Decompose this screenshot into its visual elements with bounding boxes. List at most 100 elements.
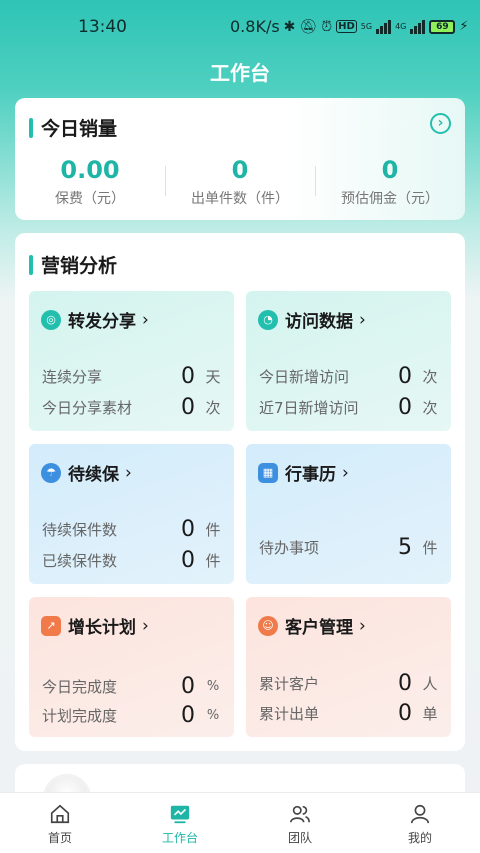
renewal-tile-title: 待续保 — [68, 465, 119, 485]
premium-label: 保费（元） — [55, 191, 125, 207]
growth-plan-tile-title: 增长计划 — [68, 618, 136, 638]
section-accent-bar — [29, 254, 33, 275]
share-tile-header[interactable]: ◎ 转发分享 › — [41, 307, 149, 332]
tab-mine[interactable]: 我的 — [360, 793, 480, 853]
row-value: 0 — [398, 670, 412, 696]
row-label: 待办事项 — [259, 538, 320, 557]
tab-workbench[interactable]: 工作台 — [120, 793, 240, 853]
profile-icon — [410, 804, 430, 824]
commission-label: 预估佣金（元） — [341, 191, 439, 207]
premium-value: 0.00 — [60, 156, 120, 184]
row-label: 计划完成度 — [42, 706, 118, 725]
commission-value: 0 — [381, 156, 399, 184]
row-value: 0 — [398, 700, 412, 726]
premium-stat[interactable]: 0.00 保费（元） — [15, 156, 165, 208]
pending-renewal-row: 待续保件数 0 件 — [42, 516, 221, 542]
calendar-tile[interactable]: ▦ 行事历 › 待办事项 5 件 — [246, 444, 451, 584]
row-unit: 件 — [205, 551, 221, 570]
signal-5g-icon — [376, 19, 392, 34]
row-unit: 件 — [422, 538, 438, 557]
hd-badge: HD — [336, 20, 357, 33]
row-value: 0 — [181, 394, 195, 420]
chevron-right-icon: › — [142, 309, 149, 330]
status-time: 13:40 — [78, 17, 127, 37]
today-completion-row: 今日完成度 0 % — [42, 673, 221, 699]
share-tile-title: 转发分享 — [68, 312, 136, 332]
chevron-right-icon: › — [359, 309, 366, 330]
row-value: 0 — [181, 547, 195, 573]
row-label: 今日新增访问 — [259, 367, 350, 386]
today-sales-card: 今日销量 › 0.00 保费（元） 0 出单件数（件） 0 预估佣金（元） — [15, 98, 465, 220]
workbench-icon — [170, 805, 190, 824]
page-title: 工作台 — [210, 61, 270, 85]
signal-5g-label: 5G — [360, 22, 373, 31]
week-visits-row: 近7日新增访问 0 次 — [259, 394, 438, 420]
network-speed: 0.8K/s — [230, 17, 280, 36]
marketing-header: 营销分析 — [29, 251, 117, 278]
total-customers-row: 累计客户 0 人 — [259, 670, 438, 696]
customer-management-tile-header[interactable]: ☺ 客户管理 › — [258, 613, 366, 638]
renewal-tile-header[interactable]: ☂ 待续保 › — [41, 460, 132, 485]
renewal-tile[interactable]: ☂ 待续保 › 待续保件数 0 件 已续保件数 0 件 — [29, 444, 234, 584]
share-tile[interactable]: ◎ 转发分享 › 连续分享 0 天 今日分享素材 0 次 — [29, 291, 234, 431]
pie-chart-icon: ◔ — [258, 309, 278, 330]
row-unit: 次 — [205, 398, 221, 417]
umbrella-icon: ☂ — [41, 462, 61, 483]
visit-data-tile-header[interactable]: ◔ 访问数据 › — [258, 307, 366, 332]
tab-home[interactable]: 首页 — [0, 793, 120, 853]
row-value: 0 — [398, 363, 412, 389]
charging-icon: ⚡︎ — [459, 19, 469, 34]
total-orders-row: 累计出单 0 单 — [259, 700, 438, 726]
bluetooth-icon: ✱ — [283, 18, 296, 35]
visit-data-tile-title: 访问数据 — [285, 312, 353, 332]
trend-icon: ↗ — [41, 615, 61, 636]
chevron-right-icon: › — [342, 462, 349, 483]
share-icon: ◎ — [41, 309, 61, 330]
calendar-icon: ▦ — [258, 462, 278, 483]
chevron-right-icon: › — [125, 462, 132, 483]
tab-workbench-label: 工作台 — [161, 831, 198, 845]
growth-plan-tile-header[interactable]: ↗ 增长计划 › — [41, 613, 149, 638]
policy-count-label: 出单件数（件） — [191, 191, 289, 207]
customer-management-tile[interactable]: ☺ 客户管理 › 累计客户 0 人 累计出单 0 单 — [246, 597, 451, 737]
row-value: 0 — [181, 516, 195, 542]
growth-plan-tile[interactable]: ↗ 增长计划 › 今日完成度 0 % 计划完成度 0 % — [29, 597, 234, 737]
row-value: 5 — [398, 534, 412, 560]
row-unit: 人 — [422, 674, 438, 693]
row-unit: 件 — [205, 520, 221, 539]
row-unit: % — [206, 678, 220, 694]
marketing-title: 营销分析 — [41, 255, 118, 277]
row-label: 今日完成度 — [42, 677, 118, 696]
calendar-tile-header[interactable]: ▦ 行事历 › — [258, 460, 349, 485]
tab-team[interactable]: 团队 — [240, 793, 360, 853]
alarm-icon: ⏰︎ — [321, 18, 333, 35]
share-materials-row: 今日分享素材 0 次 — [42, 394, 221, 420]
home-icon — [50, 804, 70, 824]
mute-icon: 🔕︎ — [299, 18, 318, 35]
team-icon — [290, 805, 310, 823]
policy-count-stat[interactable]: 0 出单件数（件） — [165, 156, 315, 208]
row-label: 连续分享 — [42, 367, 103, 386]
row-label: 待续保件数 — [42, 520, 118, 539]
renewed-row: 已续保件数 0 件 — [42, 547, 221, 573]
battery-icon: 69 — [429, 19, 456, 34]
row-value: 0 — [398, 394, 412, 420]
visit-data-tile[interactable]: ◔ 访问数据 › 今日新增访问 0 次 近7日新增访问 0 次 — [246, 291, 451, 431]
tab-home-label: 首页 — [47, 831, 72, 845]
row-unit: 单 — [422, 704, 438, 723]
chevron-right-icon: › — [142, 615, 149, 636]
row-value: 0 — [181, 363, 195, 389]
row-value: 0 — [181, 673, 195, 699]
bottom-tab-bar: 首页 工作台 团队 我的 — [0, 792, 480, 853]
commission-stat[interactable]: 0 预估佣金（元） — [315, 156, 465, 208]
customer-icon: ☺ — [258, 615, 278, 636]
tab-mine-label: 我的 — [407, 831, 432, 845]
status-indicators: 0.8K/s ✱ 🔕︎ ⏰︎ HD 5G 4G 69 ⚡︎ — [230, 17, 469, 36]
calendar-tile-title: 行事历 — [285, 465, 336, 485]
row-label: 累计客户 — [259, 674, 320, 693]
row-unit: 次 — [422, 398, 438, 417]
chevron-right-circle-icon[interactable]: › — [430, 113, 451, 134]
row-label: 今日分享素材 — [42, 398, 133, 417]
row-unit: 次 — [422, 367, 438, 386]
plan-completion-row: 计划完成度 0 % — [42, 703, 221, 728]
